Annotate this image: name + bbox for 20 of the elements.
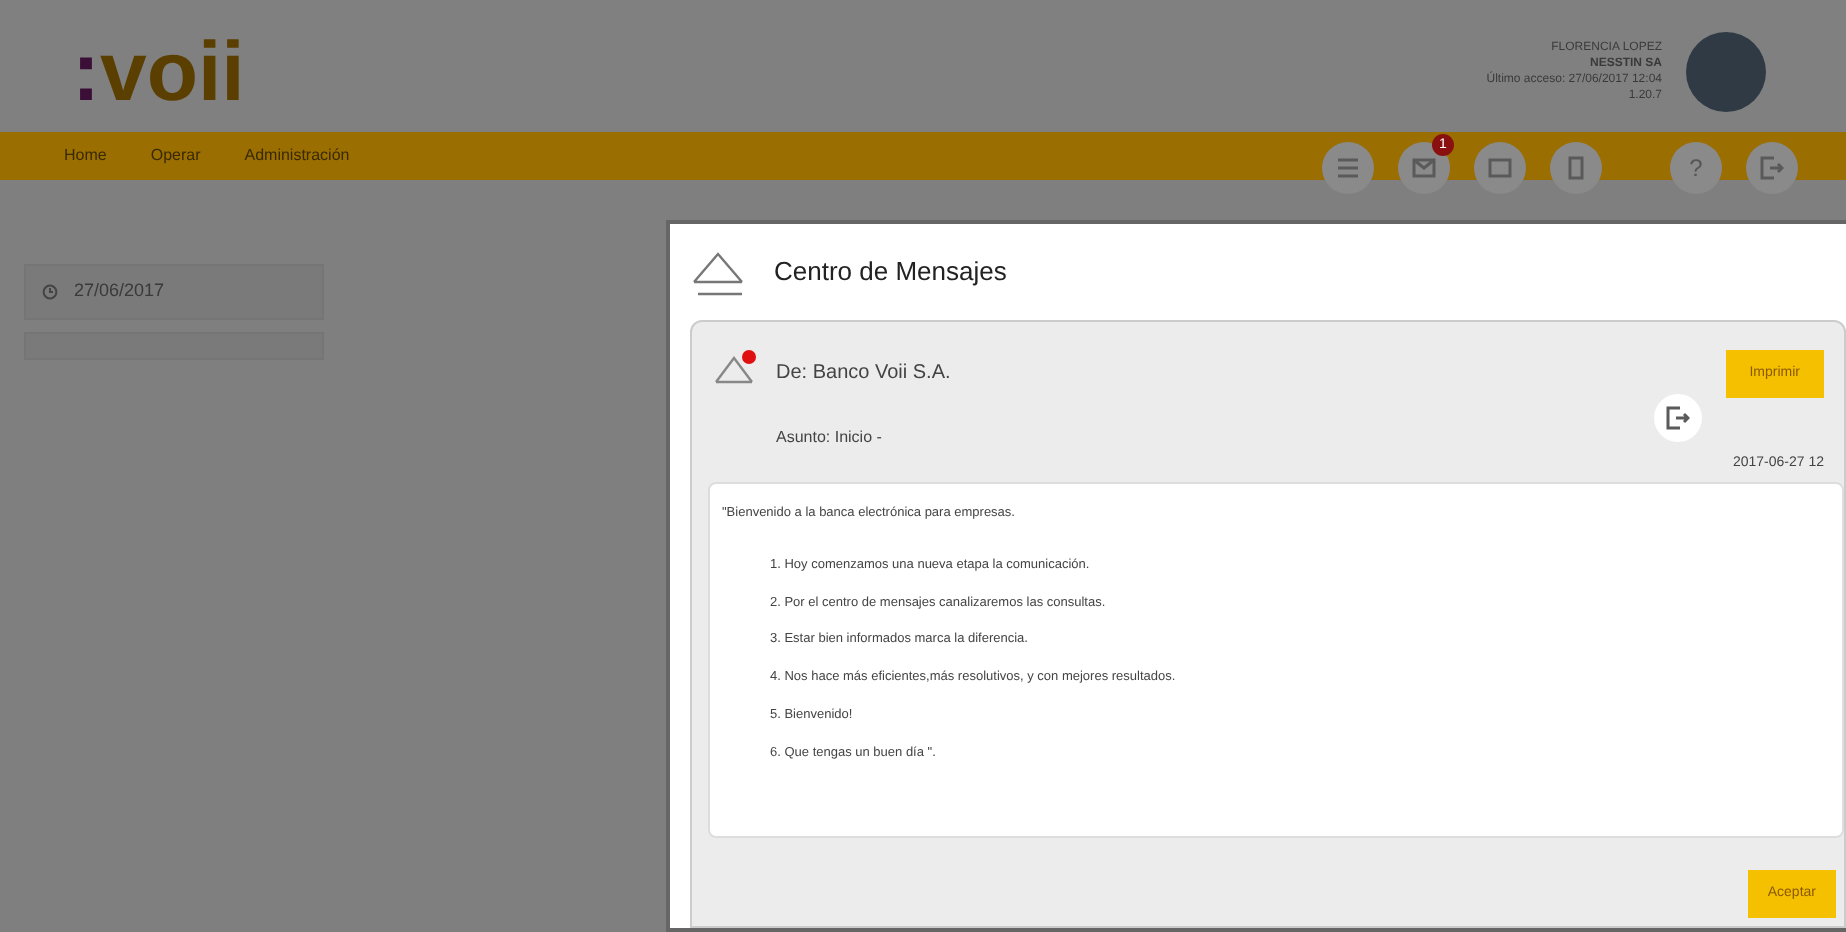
date-text: 27/06/2017 bbox=[74, 278, 165, 305]
list-icon bbox=[1336, 156, 1360, 180]
exit-icon bbox=[1665, 406, 1690, 430]
sender: De: Banco Voii S.A. bbox=[776, 359, 951, 387]
toolbar-button[interactable] bbox=[1474, 142, 1526, 194]
exit-button[interactable] bbox=[1653, 394, 1702, 442]
toolbar-button[interactable] bbox=[1550, 142, 1602, 194]
nav-link[interactable]: Administración bbox=[244, 144, 350, 168]
nav-link[interactable]: Home bbox=[64, 144, 107, 168]
avatar bbox=[1686, 32, 1766, 112]
logo: :voii bbox=[72, 30, 245, 114]
subject: Asunto: Inicio - bbox=[776, 426, 884, 450]
toolbar-button[interactable] bbox=[1322, 142, 1374, 194]
dialog-title: Centro de Mensajes bbox=[774, 254, 1007, 291]
nav-link[interactable]: Operar bbox=[150, 144, 201, 168]
help-button[interactable]: ? bbox=[1670, 142, 1722, 194]
toolbar-button[interactable] bbox=[1746, 142, 1798, 194]
mail-icon bbox=[1412, 158, 1436, 178]
exit-icon bbox=[1760, 156, 1784, 180]
clock-icon bbox=[42, 284, 58, 300]
